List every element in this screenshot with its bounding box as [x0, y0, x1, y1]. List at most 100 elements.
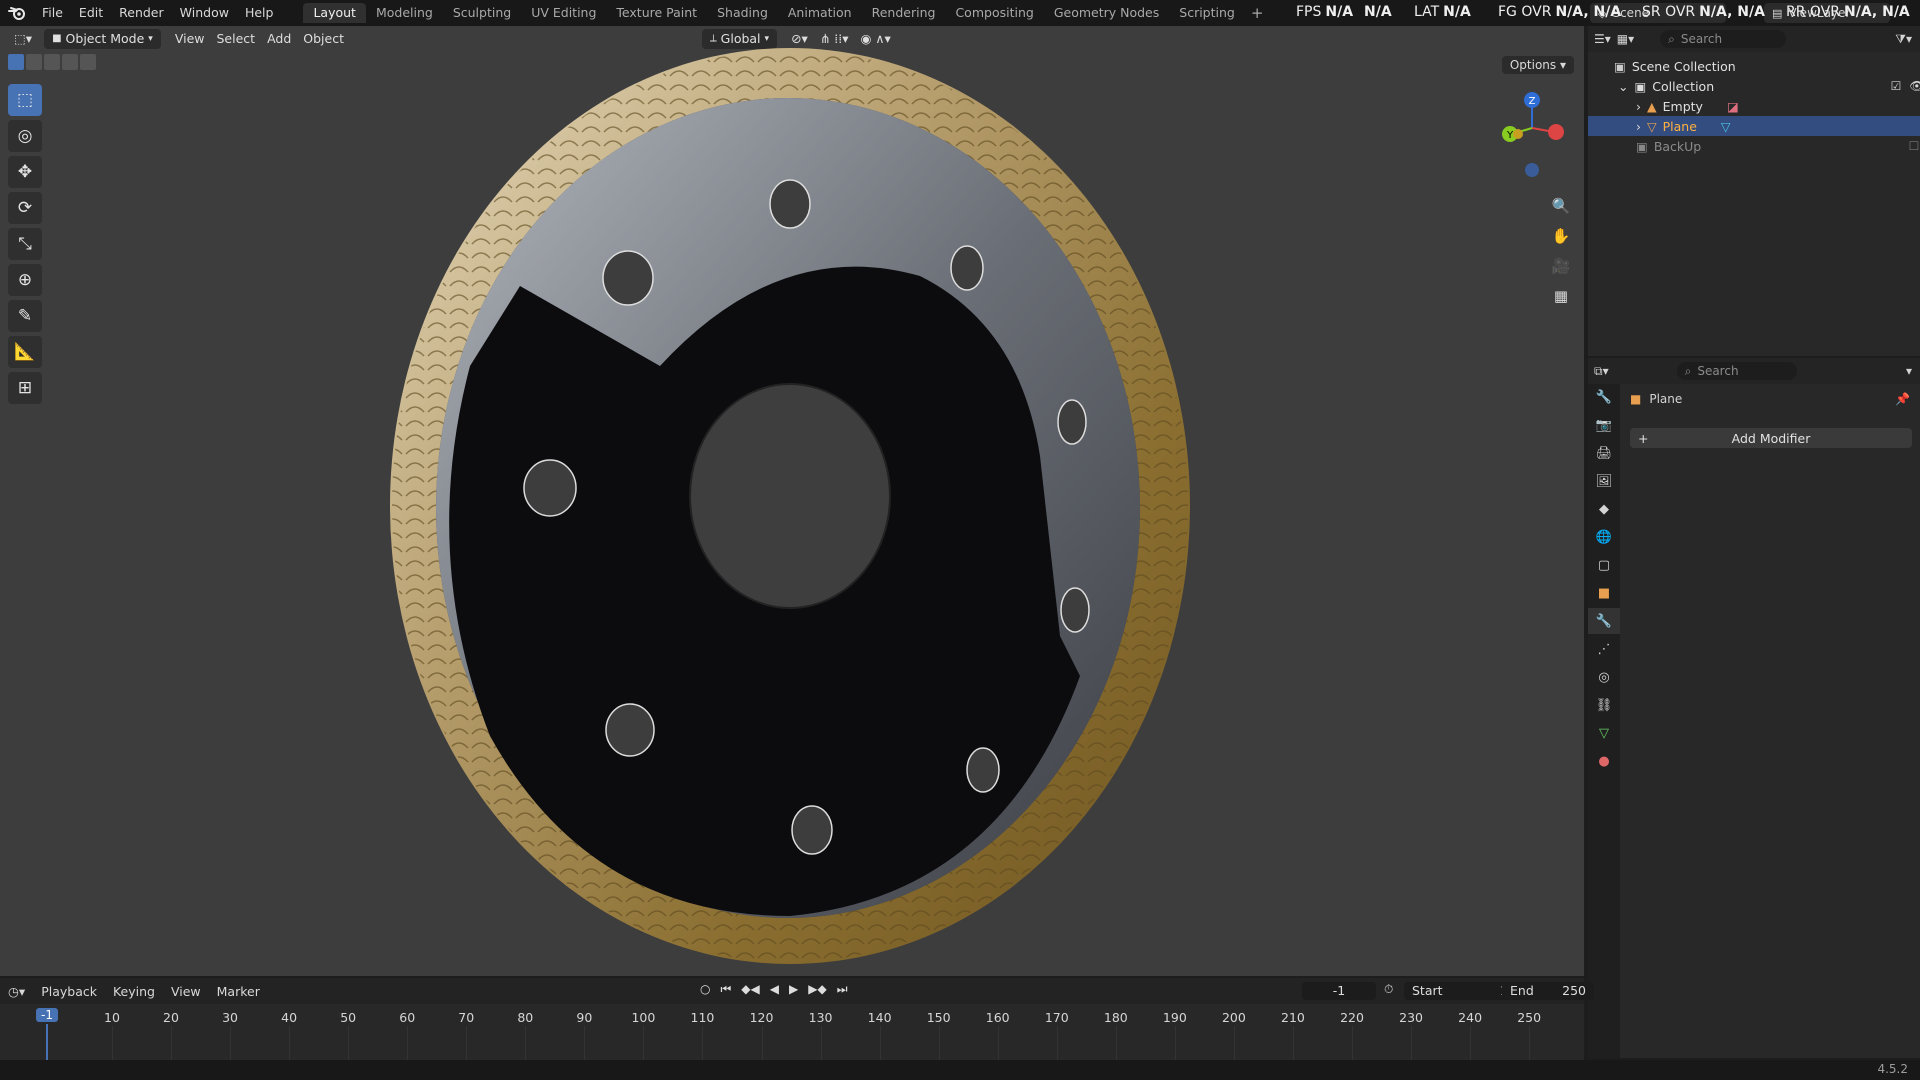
- jump-start-icon[interactable]: ⏮: [720, 982, 731, 997]
- tab-texture-paint[interactable]: Texture Paint: [606, 3, 707, 23]
- next-keyframe-icon[interactable]: ▶◆: [808, 982, 826, 997]
- add-modifier-button[interactable]: + Add Modifier: [1630, 428, 1912, 448]
- properties-editor-icon[interactable]: ⧉▾: [1594, 364, 1609, 379]
- menu-window[interactable]: Window: [172, 0, 237, 26]
- playback-menu[interactable]: Playback: [33, 984, 105, 999]
- pin-icon[interactable]: 📌: [1895, 392, 1910, 406]
- expand-arrow-icon[interactable]: ›: [1636, 99, 1641, 114]
- viewport-menu-select[interactable]: Select: [211, 29, 262, 49]
- timeline-ruler[interactable]: -1 10 20 30 40 50 60 70 80 90 100 110 120 130 140 150 1…: [0, 1004, 1584, 1060]
- menu-edit[interactable]: Edit: [71, 0, 111, 26]
- eye-icon[interactable]: 👁: [1909, 79, 1920, 93]
- viewport-menu-add[interactable]: Add: [261, 29, 297, 49]
- data-tab-icon[interactable]: ▽: [1588, 720, 1620, 746]
- expand-arrow-icon[interactable]: ›: [1636, 119, 1641, 134]
- outliner-search-input[interactable]: ⌕ Search: [1660, 30, 1787, 48]
- rr-ovr-value: N/A, N/A: [1843, 4, 1910, 20]
- viewport-menu-object[interactable]: Object: [297, 29, 350, 49]
- view-layer-tab-icon[interactable]: 🖼: [1588, 468, 1620, 494]
- select-intersect-icon[interactable]: [80, 54, 96, 70]
- menu-file[interactable]: File: [34, 0, 71, 26]
- mode-selector[interactable]: ■ Object Mode ▾: [44, 29, 161, 49]
- render-tab-icon[interactable]: 📷: [1588, 412, 1620, 438]
- start-frame-field[interactable]: Start 1: [1404, 982, 1516, 1000]
- object-tab-icon[interactable]: ■: [1588, 580, 1620, 606]
- properties-search-input[interactable]: ⌕ Search: [1676, 362, 1797, 380]
- display-mode-icon[interactable]: ▦▾: [1617, 32, 1634, 46]
- backup-collection-row[interactable]: ▣ BackUp ☐ 👁 ▣: [1588, 136, 1920, 156]
- options-button[interactable]: Options ▾: [1501, 56, 1574, 74]
- select-new-icon[interactable]: [8, 54, 24, 70]
- measure-tool-icon[interactable]: 📐: [8, 336, 42, 368]
- prev-keyframe-icon[interactable]: ◆◀: [741, 982, 759, 997]
- chevron-down-icon[interactable]: ▾: [1906, 364, 1912, 378]
- marker-menu[interactable]: Marker: [209, 984, 268, 999]
- tab-scripting[interactable]: Scripting: [1169, 3, 1245, 23]
- menu-render[interactable]: Render: [111, 0, 172, 26]
- chevron-down-icon: ▾: [148, 34, 153, 44]
- record-icon[interactable]: ○: [700, 982, 710, 997]
- cursor-tool-icon[interactable]: ◎: [8, 120, 42, 152]
- checkbox-icon[interactable]: ☑: [1891, 79, 1902, 93]
- tool-tab-icon[interactable]: 🔧: [1588, 384, 1620, 410]
- tab-sculpting[interactable]: Sculpting: [443, 3, 521, 23]
- tab-animation[interactable]: Animation: [778, 3, 862, 23]
- tab-layout[interactable]: Layout: [303, 3, 366, 23]
- tab-modeling[interactable]: Modeling: [366, 3, 443, 23]
- outliner-item-empty[interactable]: › ▲ Empty ◪ 👁 ▣: [1588, 96, 1920, 116]
- outliner-item-plane[interactable]: › ▽ Plane ▽ 👁 ▣: [1588, 116, 1920, 136]
- disc-model[interactable]: [360, 36, 1200, 976]
- material-tab-icon[interactable]: ●: [1588, 748, 1620, 774]
- collection-row[interactable]: ⌄ ▣ Collection ☑ 👁 ▣: [1588, 76, 1920, 96]
- select-subtract-icon[interactable]: [44, 54, 60, 70]
- tab-rendering[interactable]: Rendering: [862, 3, 946, 23]
- move-tool-icon[interactable]: ✥: [8, 156, 42, 188]
- keying-menu[interactable]: Keying: [105, 984, 163, 999]
- scale-tool-icon[interactable]: ⤡: [8, 228, 42, 260]
- expand-arrow-icon[interactable]: ⌄: [1618, 79, 1628, 94]
- zoom-icon[interactable]: 🔍: [1547, 192, 1575, 220]
- output-tab-icon[interactable]: 🖨: [1588, 440, 1620, 466]
- tab-geometry-nodes[interactable]: Geometry Nodes: [1044, 3, 1169, 23]
- blender-logo-icon[interactable]: [0, 0, 34, 26]
- particles-tab-icon[interactable]: ⋰: [1588, 636, 1620, 662]
- scene-tab-icon[interactable]: ◆: [1588, 496, 1620, 522]
- collection-tab-icon[interactable]: ▢: [1588, 552, 1620, 578]
- select-box-tool-icon[interactable]: ⬚: [8, 84, 42, 116]
- viewport-menu-view[interactable]: View: [169, 29, 211, 49]
- tab-uv-editing[interactable]: UV Editing: [521, 3, 606, 23]
- tab-shading[interactable]: Shading: [707, 3, 778, 23]
- jump-end-icon[interactable]: ⏭: [837, 982, 848, 997]
- world-tab-icon[interactable]: 🌐: [1588, 524, 1620, 550]
- 3d-viewport[interactable]: ⬚▾ ■ Object Mode ▾ View Select Add Objec…: [0, 26, 1584, 976]
- constraints-tab-icon[interactable]: ⛓: [1588, 692, 1620, 718]
- timeline-editor-icon[interactable]: ◷▾: [0, 984, 33, 999]
- clock-icon[interactable]: ⏱: [1384, 982, 1393, 997]
- menu-help[interactable]: Help: [237, 0, 282, 26]
- modifier-tab-icon[interactable]: 🔧: [1588, 608, 1620, 634]
- end-frame-field[interactable]: End 250: [1502, 982, 1594, 1000]
- camera-view-icon[interactable]: 🎥: [1547, 252, 1575, 280]
- tab-compositing[interactable]: Compositing: [945, 3, 1043, 23]
- timeline-view-menu[interactable]: View: [163, 984, 209, 999]
- filter-icon[interactable]: ⧩▾: [1895, 32, 1912, 47]
- transform-tool-icon[interactable]: ⊕: [8, 264, 42, 296]
- scene-collection-row[interactable]: ▣ Scene Collection: [1588, 56, 1920, 76]
- rotate-tool-icon[interactable]: ⟳: [8, 192, 42, 224]
- play-icon[interactable]: ▶: [789, 982, 798, 997]
- select-extend-icon[interactable]: [26, 54, 42, 70]
- add-workspace-button[interactable]: +: [1245, 4, 1270, 22]
- editor-type-icon[interactable]: ⬚▾: [8, 29, 38, 49]
- add-cube-tool-icon[interactable]: ⊞: [8, 372, 42, 404]
- outliner-editor-icon[interactable]: ☰▾: [1594, 32, 1611, 46]
- annotate-tool-icon[interactable]: ✎: [8, 300, 42, 332]
- play-reverse-icon[interactable]: ◀: [770, 982, 779, 997]
- current-frame-indicator[interactable]: -1: [36, 1008, 58, 1022]
- pan-hand-icon[interactable]: ✋: [1547, 222, 1575, 250]
- navigation-gizmo[interactable]: Z Y: [1490, 86, 1570, 196]
- physics-tab-icon[interactable]: ◎: [1588, 664, 1620, 690]
- current-frame-field[interactable]: -1: [1302, 982, 1376, 1000]
- checkbox-icon[interactable]: ☐: [1909, 139, 1920, 153]
- ortho-grid-icon[interactable]: ▦: [1547, 282, 1575, 310]
- select-invert-icon[interactable]: [62, 54, 78, 70]
